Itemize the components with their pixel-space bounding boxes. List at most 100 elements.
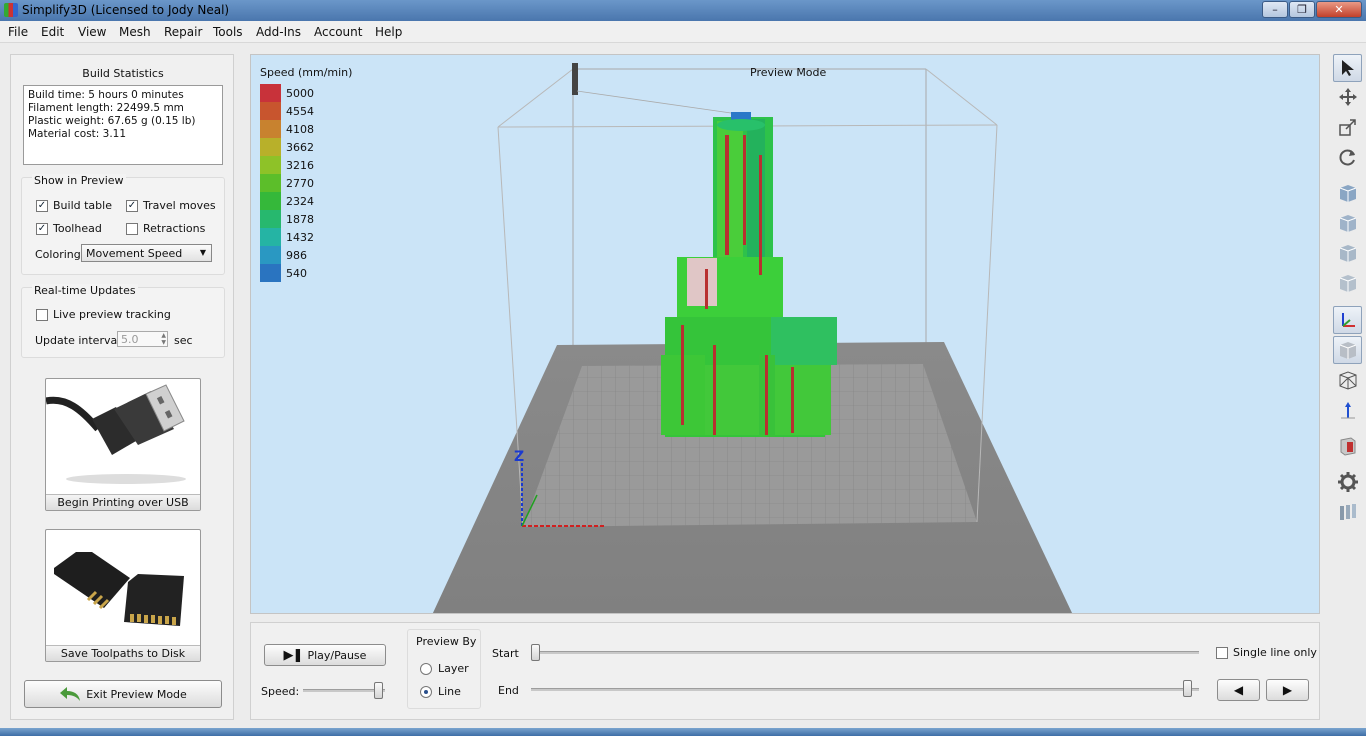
toolhead-checkbox[interactable]: ✓ Toolhead <box>36 222 102 235</box>
tool-cross-section[interactable] <box>1333 432 1362 460</box>
speed-slider-thumb[interactable] <box>374 682 384 699</box>
single-line-label: Single line only <box>1233 646 1317 659</box>
preview-viewport[interactable]: Z Speed (mm/min) 5000 4554 4108 3662 3216 277… <box>250 54 1320 614</box>
sd-card-icon <box>54 552 184 626</box>
build-table-checkbox[interactable]: ✓ Build table <box>36 199 112 212</box>
dropdown-arrow-icon: ▼ <box>199 248 206 257</box>
step-back-icon: ◀ <box>1233 683 1244 697</box>
retractions-checkbox[interactable]: Retractions <box>126 222 205 235</box>
preview-mode-label: Preview Mode <box>750 66 827 79</box>
tool-view-default[interactable] <box>1333 179 1362 207</box>
single-line-checkbox[interactable]: Single line only <box>1216 646 1317 659</box>
view-front-icon <box>1339 215 1356 232</box>
minimize-button[interactable]: – <box>1262 1 1288 18</box>
tool-view-top[interactable] <box>1333 269 1362 297</box>
retractions-check[interactable] <box>126 222 138 235</box>
coloring-select[interactable]: Movement Speed ▼ <box>81 244 212 262</box>
speed-slider-track[interactable] <box>303 689 385 692</box>
legend-value: 4108 <box>286 122 314 136</box>
step-forward-button[interactable]: ▶ <box>1266 679 1309 701</box>
scene-canvas[interactable]: Z <box>251 55 1320 614</box>
end-slider-thumb[interactable] <box>1183 680 1193 697</box>
legend-value: 3216 <box>286 158 314 172</box>
menu-account[interactable]: Account <box>314 25 362 39</box>
toolhead-check[interactable]: ✓ <box>36 222 48 235</box>
step-back-button[interactable]: ◀ <box>1217 679 1260 701</box>
tool-normals[interactable] <box>1333 396 1362 424</box>
z-axis-label: Z <box>514 449 524 465</box>
retractions-label: Retractions <box>143 222 206 235</box>
preview-by-title: Preview By <box>416 635 477 648</box>
travel-moves-check[interactable]: ✓ <box>126 199 138 212</box>
end-slider-track[interactable] <box>531 688 1199 691</box>
tool-settings[interactable] <box>1333 468 1362 496</box>
menu-add-ins[interactable]: Add-Ins <box>256 25 301 39</box>
scale-icon <box>1338 119 1356 136</box>
menu-view[interactable]: View <box>78 25 106 39</box>
legend-row: 2324 <box>260 192 314 210</box>
legend-title: Speed (mm/min) <box>260 66 353 79</box>
preview-by-line-radio[interactable]: Line <box>420 685 461 698</box>
stat-material-cost: Material cost: 3.11 <box>28 128 127 140</box>
tool-rotate[interactable] <box>1333 143 1362 171</box>
title-bar: Simplify3D (Licensed to Jody Neal) – ❐ ✕ <box>0 0 1366 21</box>
preview-by-layer-radio[interactable]: Layer <box>420 662 469 675</box>
exit-preview-label: Exit Preview Mode <box>86 687 187 701</box>
legend-swatch <box>260 138 281 156</box>
realtime-updates-group: Real-time Updates Live preview tracking … <box>21 284 225 358</box>
tool-view-side[interactable] <box>1333 239 1362 267</box>
layer-radio-button[interactable] <box>420 662 432 675</box>
step-forward-icon: ▶ <box>1282 683 1293 697</box>
legend-value: 4554 <box>286 104 314 118</box>
save-to-disk-button[interactable]: Save Toolpaths to Disk <box>45 529 201 662</box>
legend-row: 3216 <box>260 156 314 174</box>
legend-value: 1432 <box>286 230 314 244</box>
tool-axes[interactable] <box>1333 306 1362 334</box>
start-slider-thumb[interactable] <box>531 644 540 661</box>
left-panel: Build Statistics Build time: 5 hours 0 m… <box>10 54 234 720</box>
stat-plastic-weight: Plastic weight: 67.65 g (0.15 lb) <box>28 115 196 127</box>
legend-swatch <box>260 264 281 282</box>
exit-preview-button[interactable]: Exit Preview Mode <box>24 680 222 708</box>
tool-view-front[interactable] <box>1333 209 1362 237</box>
maximize-button[interactable]: ❐ <box>1289 1 1315 18</box>
tool-layers[interactable] <box>1333 498 1362 526</box>
line-radio-label: Line <box>438 685 461 698</box>
coloring-label: Coloring <box>35 248 81 261</box>
menu-file[interactable]: File <box>8 25 28 39</box>
build-statistics-box: Build time: 5 hours 0 minutes Filament l… <box>23 85 223 165</box>
play-pause-button[interactable]: ▶❚ Play/Pause <box>264 644 386 666</box>
menu-repair[interactable]: Repair <box>164 25 202 39</box>
single-line-check[interactable] <box>1216 646 1228 659</box>
tool-scale[interactable] <box>1333 113 1362 141</box>
realtime-updates-title: Real-time Updates <box>32 284 138 297</box>
menu-edit[interactable]: Edit <box>41 25 64 39</box>
move-icon <box>1338 88 1357 106</box>
toolhead-label: Toolhead <box>53 222 102 235</box>
window-title: Simplify3D (Licensed to Jody Neal) <box>22 3 230 17</box>
tool-wireframe[interactable] <box>1333 366 1362 394</box>
legend-value: 5000 <box>286 86 314 100</box>
live-tracking-checkbox[interactable]: Live preview tracking <box>36 308 171 321</box>
menu-mesh[interactable]: Mesh <box>119 25 151 39</box>
menu-tools[interactable]: Tools <box>213 25 243 39</box>
start-slider-track[interactable] <box>531 651 1199 654</box>
live-tracking-check[interactable] <box>36 308 48 321</box>
line-radio-button[interactable] <box>420 685 432 698</box>
travel-moves-checkbox[interactable]: ✓ Travel moves <box>126 199 216 212</box>
spinner-arrows-icon[interactable]: ▲ ▼ <box>161 332 166 346</box>
tool-move[interactable] <box>1333 83 1362 111</box>
axes-icon <box>1341 313 1355 327</box>
legend-value: 986 <box>286 248 307 262</box>
usb-print-button[interactable]: Begin Printing over USB <box>45 378 201 511</box>
build-table-check[interactable]: ✓ <box>36 199 48 212</box>
tool-solid[interactable] <box>1333 336 1362 364</box>
menu-help[interactable]: Help <box>375 25 402 39</box>
close-button[interactable]: ✕ <box>1316 1 1362 18</box>
legend-swatch <box>260 84 281 102</box>
update-interval-input[interactable]: 5.0 ▲ ▼ <box>117 331 168 347</box>
toolhead <box>572 63 732 114</box>
tool-select[interactable] <box>1333 54 1362 82</box>
legend-row: 4108 <box>260 120 314 138</box>
legend-row: 1432 <box>260 228 314 246</box>
